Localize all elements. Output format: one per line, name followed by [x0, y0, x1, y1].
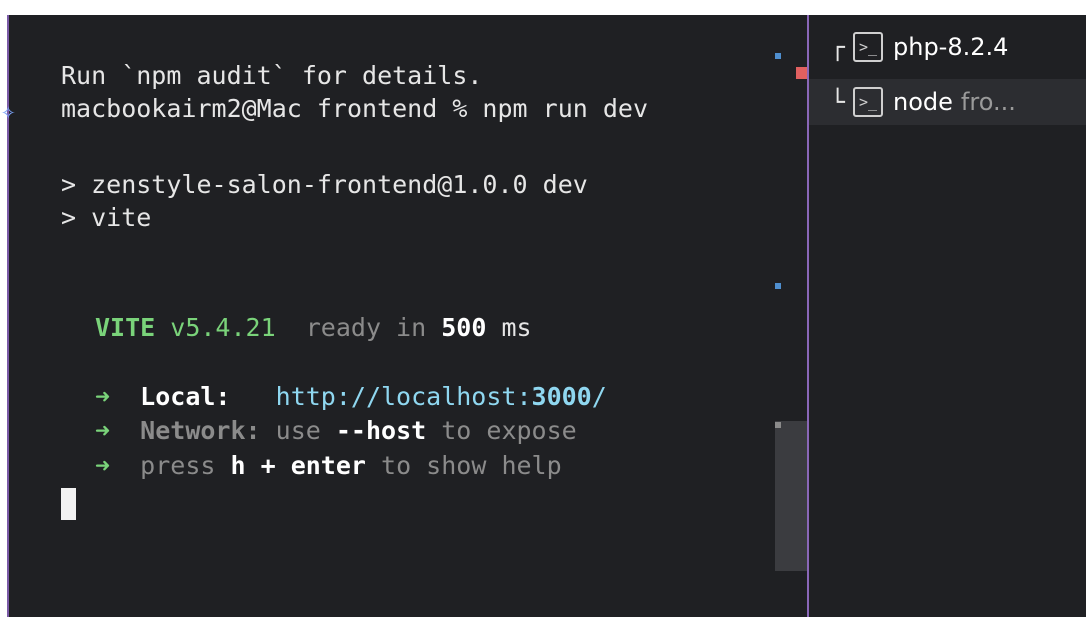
network-use: use: [275, 416, 321, 445]
terminal-pane[interactable]: Run `npm audit` for details. ✧ macbookai…: [1, 15, 808, 617]
ready-text: ready in: [305, 313, 427, 342]
text-cursor: [61, 488, 76, 520]
script-cmd-line: > vite: [61, 203, 152, 232]
help-line: ➜ press h + enter to show help: [95, 451, 562, 481]
terminal-icon: >_: [853, 87, 883, 117]
arrow-icon: ➜: [95, 382, 111, 411]
network-label: Network:: [140, 416, 261, 445]
local-port: 3000: [531, 382, 592, 411]
terminal-icon: >_: [853, 32, 883, 62]
scroll-marker: [775, 53, 781, 59]
prompt-line: macbookairm2@Mac frontend % npm run dev: [61, 94, 648, 123]
help-press: press: [140, 451, 216, 480]
terminal-dir: fro...: [960, 88, 1016, 116]
script-name-line: > zenstyle-salon-frontend@1.0.0 dev: [61, 170, 588, 199]
local-url-prefix: http://localhost:: [275, 382, 532, 411]
arrow-icon: ➜: [95, 451, 111, 480]
vite-label: VITE: [95, 313, 156, 342]
vite-version: v5.4.21: [170, 313, 276, 342]
terminal-name: php-8.2.4: [893, 33, 1009, 61]
terminal-list: ┌ >_ php-8.2.4 └ >_ node fro...: [809, 15, 1086, 617]
local-url-suffix: /: [591, 382, 607, 411]
audit-line: Run `npm audit` for details.: [61, 61, 483, 90]
local-url[interactable]: http://localhost:3000/: [276, 382, 607, 411]
scroll-marker: [775, 283, 781, 289]
help-tail: to show help: [381, 451, 562, 480]
scrollbar[interactable]: [775, 15, 808, 617]
tree-connector: └: [830, 88, 845, 116]
scroll-marker: [775, 422, 781, 428]
vite-ready-line: VITE v5.4.21 ready in 500 ms: [95, 313, 532, 343]
terminal-window: Run `npm audit` for details. ✧ macbookai…: [1, 15, 1086, 617]
terminal-name: node: [893, 88, 953, 116]
ready-ms: 500: [441, 313, 487, 342]
network-line: ➜ Network: use --host to expose: [95, 416, 577, 446]
local-line: ➜ Local: http://localhost:3000/: [95, 382, 607, 412]
help-keys: h + enter: [230, 451, 366, 480]
local-label: Local:: [140, 382, 231, 411]
ready-unit: ms: [501, 313, 532, 342]
sparkle-icon: ✧: [1, 97, 16, 125]
scroll-thumb[interactable]: [775, 421, 808, 571]
arrow-icon: ➜: [95, 416, 111, 445]
tree-connector: ┌: [830, 33, 845, 61]
network-tail: to expose: [441, 416, 577, 445]
terminal-list-item-php[interactable]: ┌ >_ php-8.2.4: [809, 24, 1086, 70]
network-flag: --host: [335, 416, 427, 445]
terminal-list-item-node[interactable]: └ >_ node fro...: [809, 79, 1086, 125]
